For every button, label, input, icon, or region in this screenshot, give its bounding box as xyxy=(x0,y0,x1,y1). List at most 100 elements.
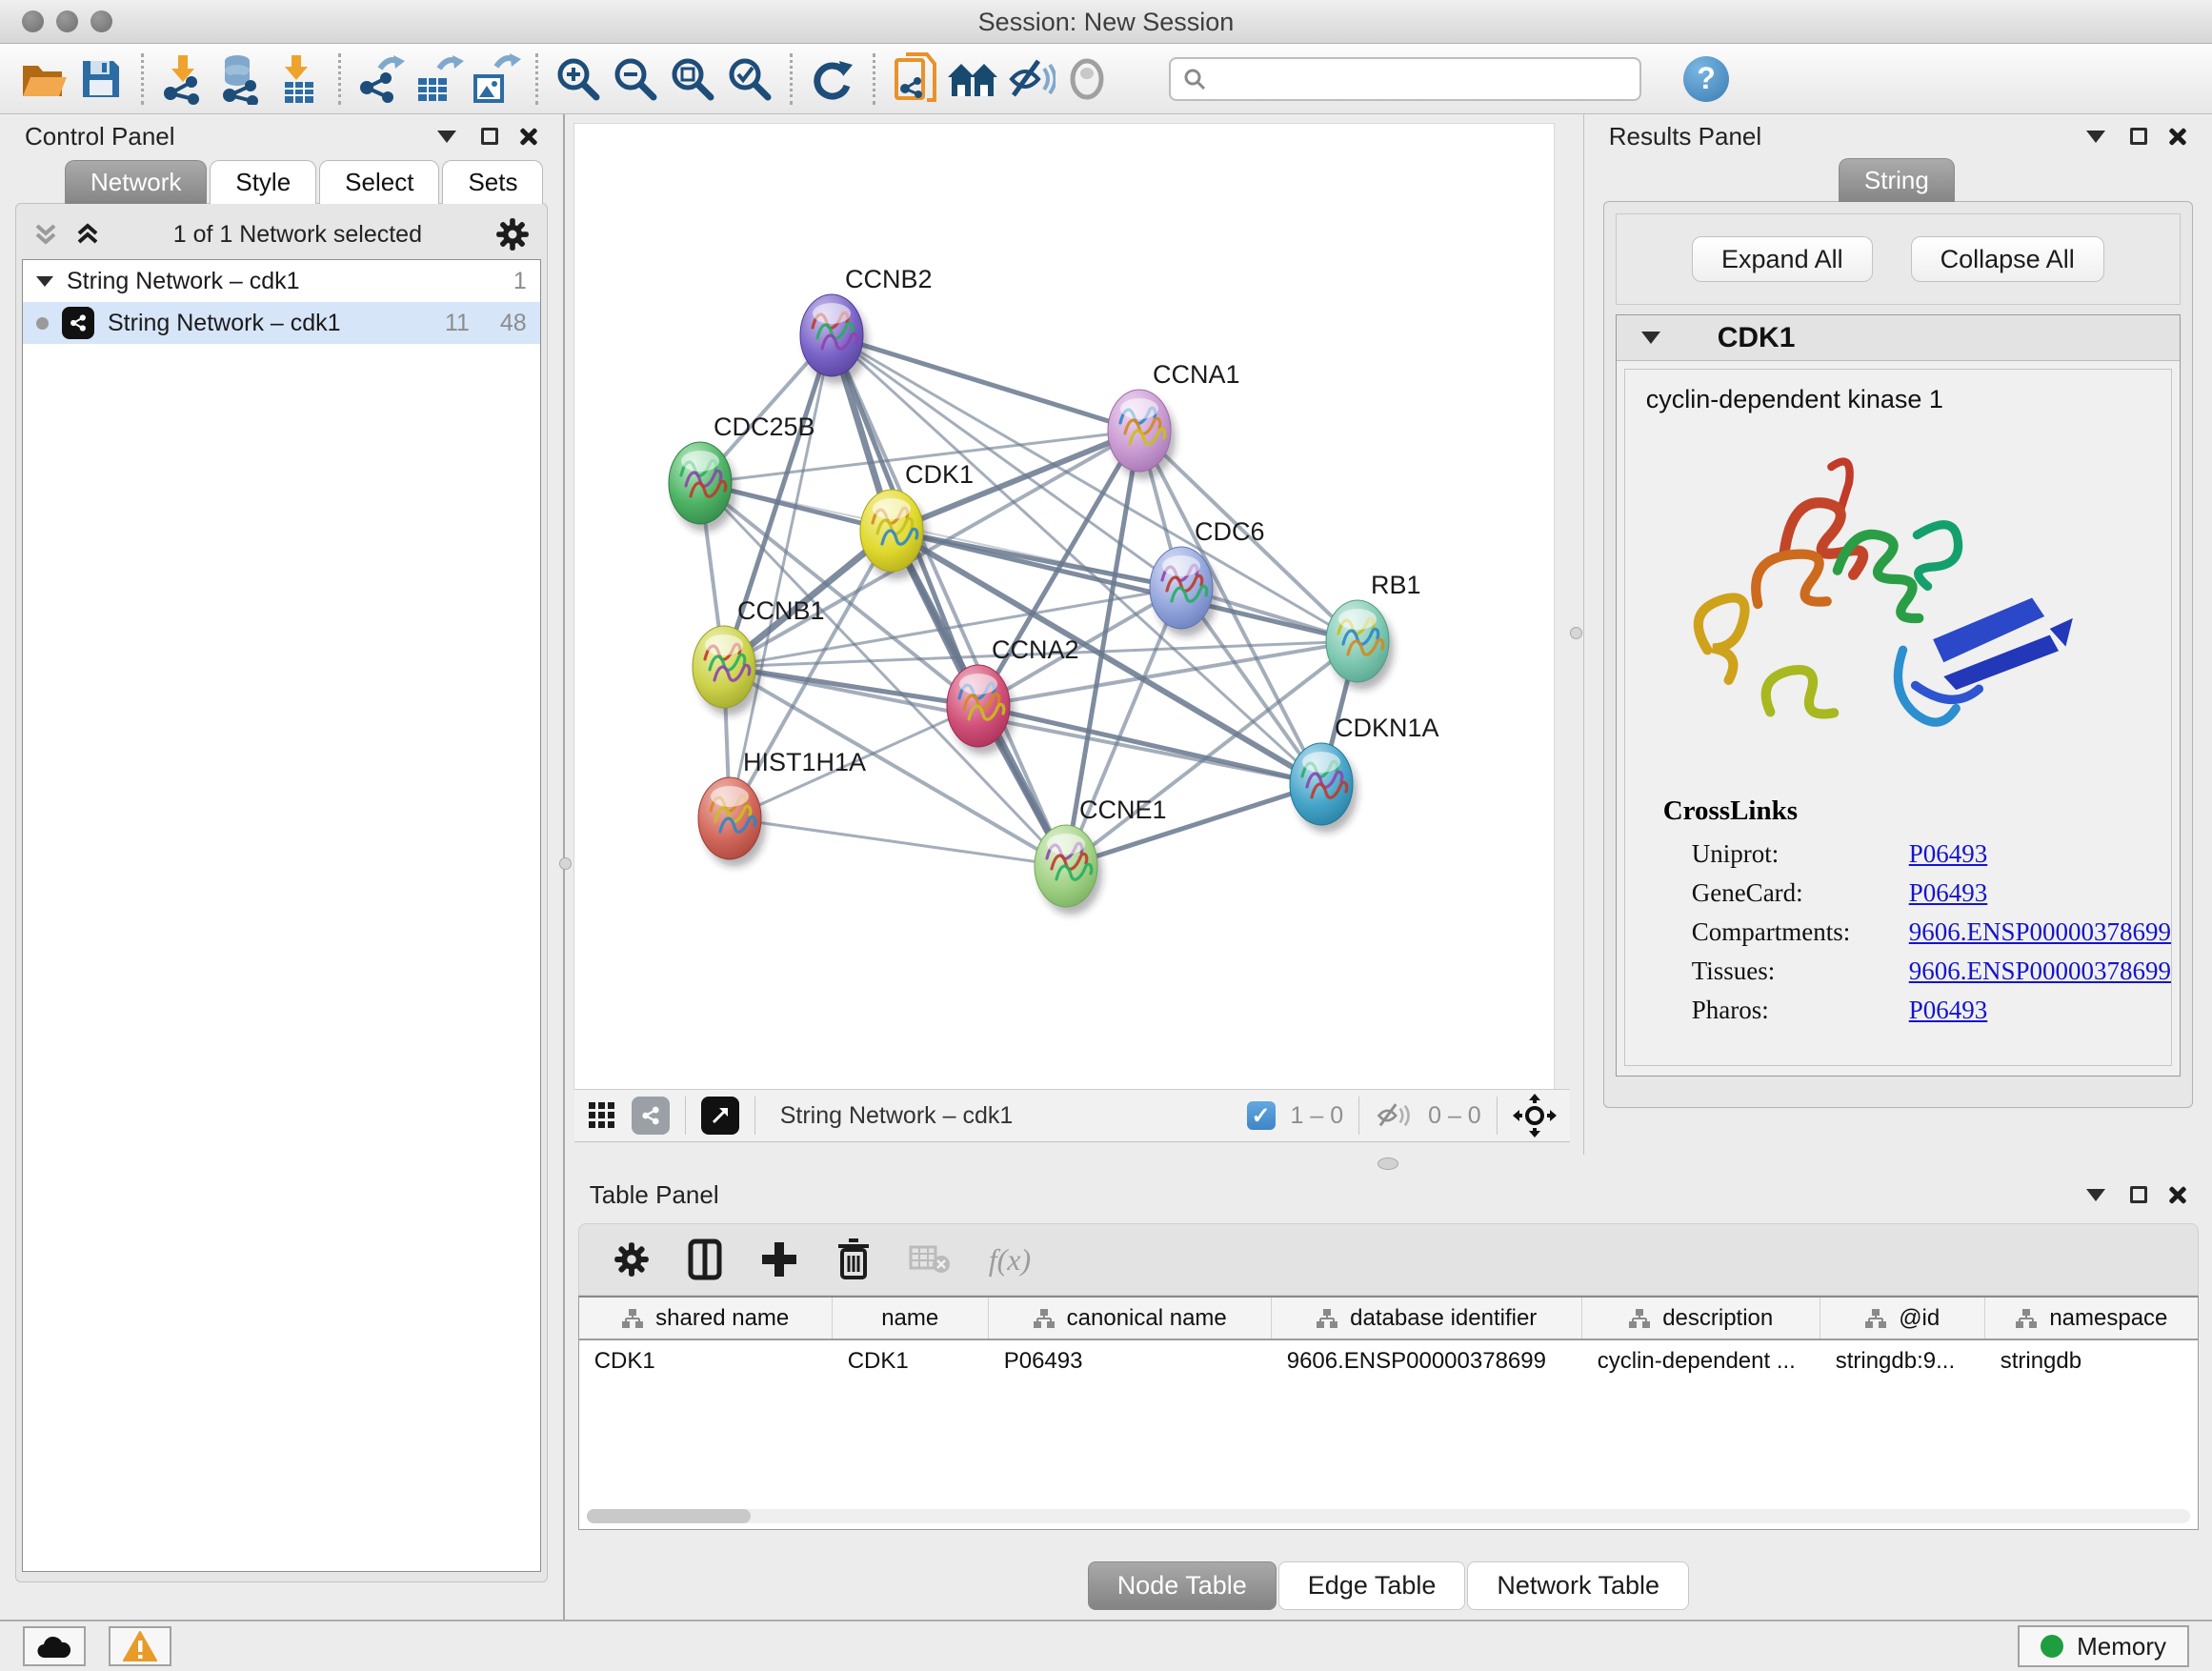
save-session-button[interactable] xyxy=(72,50,130,109)
float-panel-icon[interactable] xyxy=(2086,1189,2105,1201)
selected-items-checkbox[interactable]: ✓ xyxy=(1247,1101,1276,1130)
tab-select[interactable]: Select xyxy=(319,160,439,204)
search-input[interactable] xyxy=(1215,65,1628,93)
tab-node-table[interactable]: Node Table xyxy=(1088,1561,1277,1610)
tab-sets[interactable]: Sets xyxy=(442,160,543,204)
search-icon xyxy=(1182,67,1207,91)
houses-icon xyxy=(946,58,999,100)
crosslink-tissues-link[interactable]: 9606.ENSP00000378699 xyxy=(1909,956,2171,986)
float-panel-icon[interactable] xyxy=(2086,131,2105,143)
tab-string[interactable]: String xyxy=(1839,158,1955,202)
collapse-all-button[interactable]: Collapse All xyxy=(1911,236,2104,282)
network-row[interactable]: String Network – cdk1 11 48 xyxy=(23,302,540,344)
warnings-button[interactable] xyxy=(109,1626,171,1666)
network-canvas[interactable]: CCNB2CCNA1CDC25BCDK1CDC6RB1CCNB1CCNA2CDK… xyxy=(574,124,1554,1089)
undock-panel-icon[interactable] xyxy=(2130,128,2147,145)
collapse-all-networks-icon[interactable] xyxy=(33,222,58,247)
network-node-ccna2[interactable]: CCNA2 xyxy=(947,635,1079,755)
crosslink-uniprot-link[interactable]: P06493 xyxy=(1909,839,1988,869)
help-button[interactable]: ? xyxy=(1683,56,1729,102)
cdk1-section-header[interactable]: CDK1 xyxy=(1617,315,2180,361)
close-panel-icon[interactable] xyxy=(2168,127,2187,146)
splitter-handle[interactable] xyxy=(1570,627,1582,639)
zoom-selected-button[interactable] xyxy=(721,50,778,109)
float-panel-icon[interactable] xyxy=(437,131,456,143)
import-table-from-file-button[interactable] xyxy=(270,50,327,109)
column-header[interactable]: canonical name xyxy=(989,1298,1272,1339)
cell-id[interactable]: stringdb:9... xyxy=(1820,1340,1985,1382)
zoom-in-button[interactable] xyxy=(550,50,607,109)
crosslink-row: Compartments: 9606.ENSP00000378699 xyxy=(1625,913,2171,952)
table-header-row: shared name name canonical name database… xyxy=(579,1298,2198,1340)
create-column-plus-icon[interactable] xyxy=(760,1240,798,1278)
undock-panel-icon[interactable] xyxy=(2130,1186,2147,1203)
warning-icon xyxy=(123,1631,157,1661)
cell-canonical-name[interactable]: P06493 xyxy=(989,1340,1272,1382)
birds-eye-view-icon[interactable] xyxy=(701,1097,739,1135)
crosslink-genecard-link[interactable]: P06493 xyxy=(1909,878,1988,908)
grid-view-icon[interactable] xyxy=(588,1101,616,1130)
show-columns-icon[interactable] xyxy=(688,1238,722,1280)
column-header[interactable]: namespace xyxy=(1985,1298,2198,1339)
undock-panel-icon[interactable] xyxy=(481,128,498,145)
hide-selection-button[interactable] xyxy=(1001,50,1058,109)
table-options-gear-icon[interactable] xyxy=(613,1241,650,1278)
show-all-button[interactable] xyxy=(1058,50,1116,109)
crosslink-compartments-link[interactable]: 9606.ENSP00000378699 xyxy=(1909,917,2171,947)
cell-namespace[interactable]: stringdb xyxy=(1985,1340,2198,1382)
apply-layout-button[interactable] xyxy=(804,50,861,109)
close-panel-icon[interactable] xyxy=(2168,1185,2187,1204)
help-icon: ? xyxy=(1697,61,1716,96)
network-node-hist1h1a[interactable]: HIST1H1A xyxy=(698,748,866,867)
eye-slash-icon xyxy=(1004,57,1056,101)
network-options-gear-icon[interactable] xyxy=(495,217,530,252)
network-node-rb1[interactable]: RB1 xyxy=(1326,571,1421,690)
table-horizontal-scrollbar[interactable] xyxy=(587,1509,2190,1523)
tab-network[interactable]: Network xyxy=(65,160,207,204)
horizontal-splitter[interactable] xyxy=(565,1155,2212,1174)
network-collection-row[interactable]: String Network – cdk1 1 xyxy=(23,260,540,302)
tab-style[interactable]: Style xyxy=(210,160,316,204)
memory-button[interactable]: Memory xyxy=(2018,1625,2189,1667)
export-image-button[interactable] xyxy=(467,50,524,109)
column-header[interactable]: name xyxy=(833,1298,989,1339)
zoom-out-button[interactable] xyxy=(607,50,664,109)
splitter-handle[interactable] xyxy=(1377,1158,1398,1170)
cell-description[interactable]: cyclin-dependent ... xyxy=(1582,1340,1820,1382)
column-header[interactable]: database identifier xyxy=(1272,1298,1582,1339)
cell-name[interactable]: CDK1 xyxy=(833,1340,989,1382)
first-neighbors-button[interactable] xyxy=(944,50,1001,109)
control-panel-splitter-handle[interactable] xyxy=(559,857,572,870)
cloud-status-button[interactable] xyxy=(23,1626,86,1666)
collection-expander-icon[interactable] xyxy=(36,276,53,287)
import-network-from-file-button[interactable] xyxy=(155,50,212,109)
export-network-button[interactable] xyxy=(352,50,410,109)
network-view-icon[interactable] xyxy=(632,1097,670,1135)
vertical-splitter[interactable] xyxy=(1570,114,1583,1155)
import-table-icon xyxy=(275,53,321,105)
open-session-button[interactable] xyxy=(15,50,72,109)
fit-content-crosshair-icon[interactable] xyxy=(1513,1094,1557,1137)
tab-network-table[interactable]: Network Table xyxy=(1467,1561,1689,1610)
expand-all-networks-icon[interactable] xyxy=(75,222,100,247)
import-network-from-database-button[interactable] xyxy=(212,50,270,109)
network-node-cdkn1a[interactable]: CDKN1A xyxy=(1290,714,1439,833)
scrollbar-thumb[interactable] xyxy=(587,1509,751,1523)
new-network-from-selection-button[interactable] xyxy=(887,50,944,109)
section-expander-icon[interactable] xyxy=(1641,332,1660,344)
close-panel-icon[interactable] xyxy=(519,127,538,146)
network-node-ccnb1[interactable]: CCNB1 xyxy=(693,596,825,715)
expand-all-button[interactable]: Expand All xyxy=(1692,236,1873,282)
column-header[interactable]: description xyxy=(1582,1298,1820,1339)
export-table-button[interactable] xyxy=(410,50,467,109)
zoom-fit-button[interactable] xyxy=(664,50,721,109)
tab-edge-table[interactable]: Edge Table xyxy=(1278,1561,1466,1610)
cell-database-identifier[interactable]: 9606.ENSP00000378699 xyxy=(1272,1340,1582,1382)
table-row[interactable]: CDK1 CDK1 P06493 9606.ENSP00000378699 cy… xyxy=(579,1340,2198,1382)
crosslink-pharos-link[interactable]: P06493 xyxy=(1909,996,1988,1025)
node-label-rb1: RB1 xyxy=(1371,571,1421,599)
cell-shared-name[interactable]: CDK1 xyxy=(579,1340,833,1382)
column-header[interactable]: @id xyxy=(1820,1298,1985,1339)
delete-column-trash-icon[interactable] xyxy=(836,1238,871,1280)
column-header[interactable]: shared name xyxy=(579,1298,833,1339)
